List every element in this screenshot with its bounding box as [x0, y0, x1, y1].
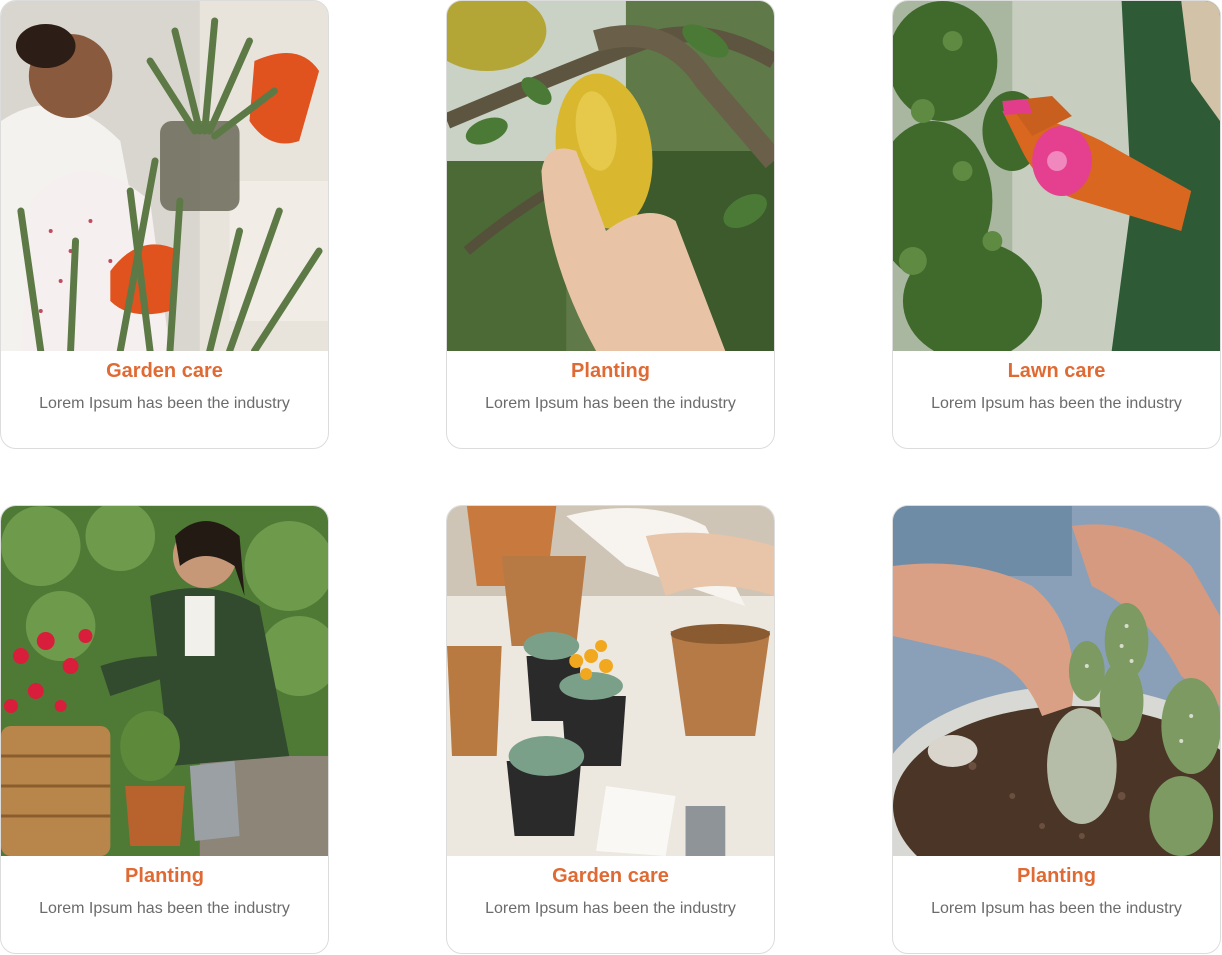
card-title: Lawn care: [1007, 360, 1106, 382]
service-card-garden-care[interactable]: Garden care Lorem Ipsum has been the ind…: [0, 0, 329, 449]
card-title: Planting: [1017, 865, 1096, 887]
card-title: Garden care: [106, 360, 223, 382]
card-title: Planting: [125, 865, 204, 887]
card-body: Planting Lorem Ipsum has been the indust…: [447, 351, 774, 448]
card-body: Planting Lorem Ipsum has been the indust…: [1, 856, 328, 953]
card-body: Planting Lorem Ipsum has been the indust…: [893, 856, 1220, 953]
card-title: Garden care: [552, 865, 669, 887]
gloved-hands-spray-bottle-photo: [893, 1, 1220, 351]
hand-holding-lemon-photo: [447, 1, 774, 351]
card-body: Lawn care Lorem Ipsum has been the indus…: [893, 351, 1220, 448]
card-body: Garden care Lorem Ipsum has been the ind…: [447, 856, 774, 953]
service-card-planting[interactable]: Planting Lorem Ipsum has been the indust…: [0, 505, 329, 954]
card-body: Garden care Lorem Ipsum has been the ind…: [1, 351, 328, 448]
hands-planting-cactus-photo: [893, 506, 1220, 856]
card-description: Lorem Ipsum has been the industry: [39, 395, 290, 412]
card-description: Lorem Ipsum has been the industry: [931, 395, 1182, 412]
card-description: Lorem Ipsum has been the industry: [485, 395, 736, 412]
succulent-pots-table-photo: [447, 506, 774, 856]
service-card-garden-care[interactable]: Garden care Lorem Ipsum has been the ind…: [446, 505, 775, 954]
card-description: Lorem Ipsum has been the industry: [485, 900, 736, 917]
card-title: Planting: [571, 360, 650, 382]
woman-repotting-aloe-photo: [1, 1, 328, 351]
service-card-planting[interactable]: Planting Lorem Ipsum has been the indust…: [446, 0, 775, 449]
card-description: Lorem Ipsum has been the industry: [931, 900, 1182, 917]
card-description: Lorem Ipsum has been the industry: [39, 900, 290, 917]
woman-tending-roses-photo: [1, 506, 328, 856]
service-card-planting[interactable]: Planting Lorem Ipsum has been the indust…: [892, 505, 1221, 954]
service-card-lawn-care[interactable]: Lawn care Lorem Ipsum has been the indus…: [892, 0, 1221, 449]
